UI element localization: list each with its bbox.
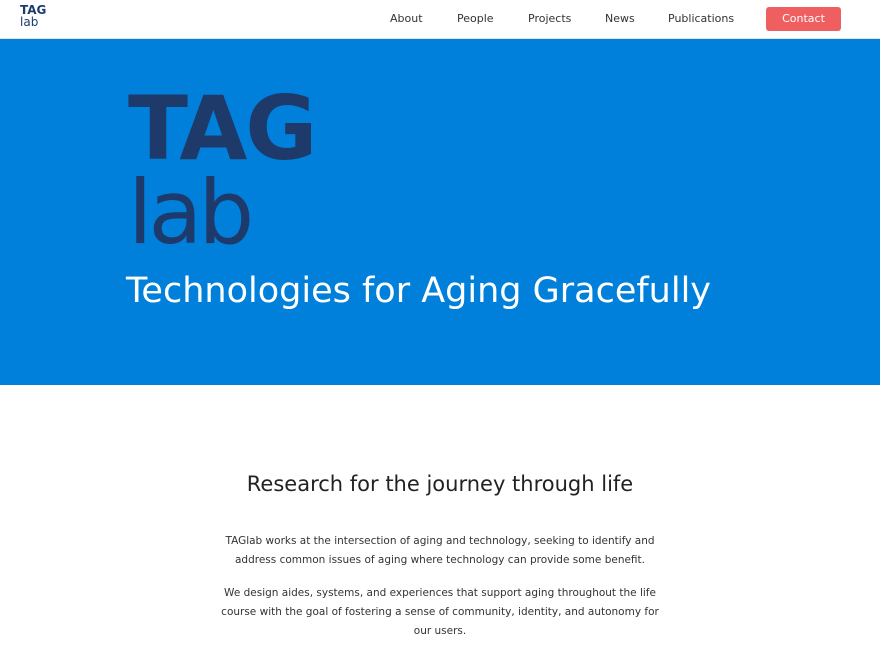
nav-link-about[interactable]: About [390, 12, 423, 25]
nav-link-projects[interactable]: Projects [528, 12, 571, 25]
nav-link-people[interactable]: People [457, 12, 494, 25]
hero-logo-lab: lab [128, 161, 254, 264]
intro-paragraph-2: We design aides, systems, and experience… [221, 587, 659, 637]
section-title: Research for the journey through life [246, 472, 634, 496]
nav-link-news[interactable]: News [605, 12, 635, 25]
hero-logo-tag: TAG [128, 77, 318, 180]
top-navigation-bar: TAG lab About People Projects News Publi… [0, 0, 880, 39]
logo-text-bottom: lab [20, 15, 39, 29]
hero-tagline: Technologies for Aging Gracefully [126, 271, 712, 311]
contact-button[interactable]: Contact [766, 7, 841, 31]
hero-banner: TAG lab Technologies for Aging Gracefull… [0, 39, 880, 385]
nav-link-publications[interactable]: Publications [668, 12, 734, 25]
site-logo[interactable]: TAG lab [20, 4, 50, 34]
hero-logo: TAG lab [128, 85, 318, 264]
intro-paragraph-1: TAGlab works at the intersection of agin… [225, 535, 655, 566]
